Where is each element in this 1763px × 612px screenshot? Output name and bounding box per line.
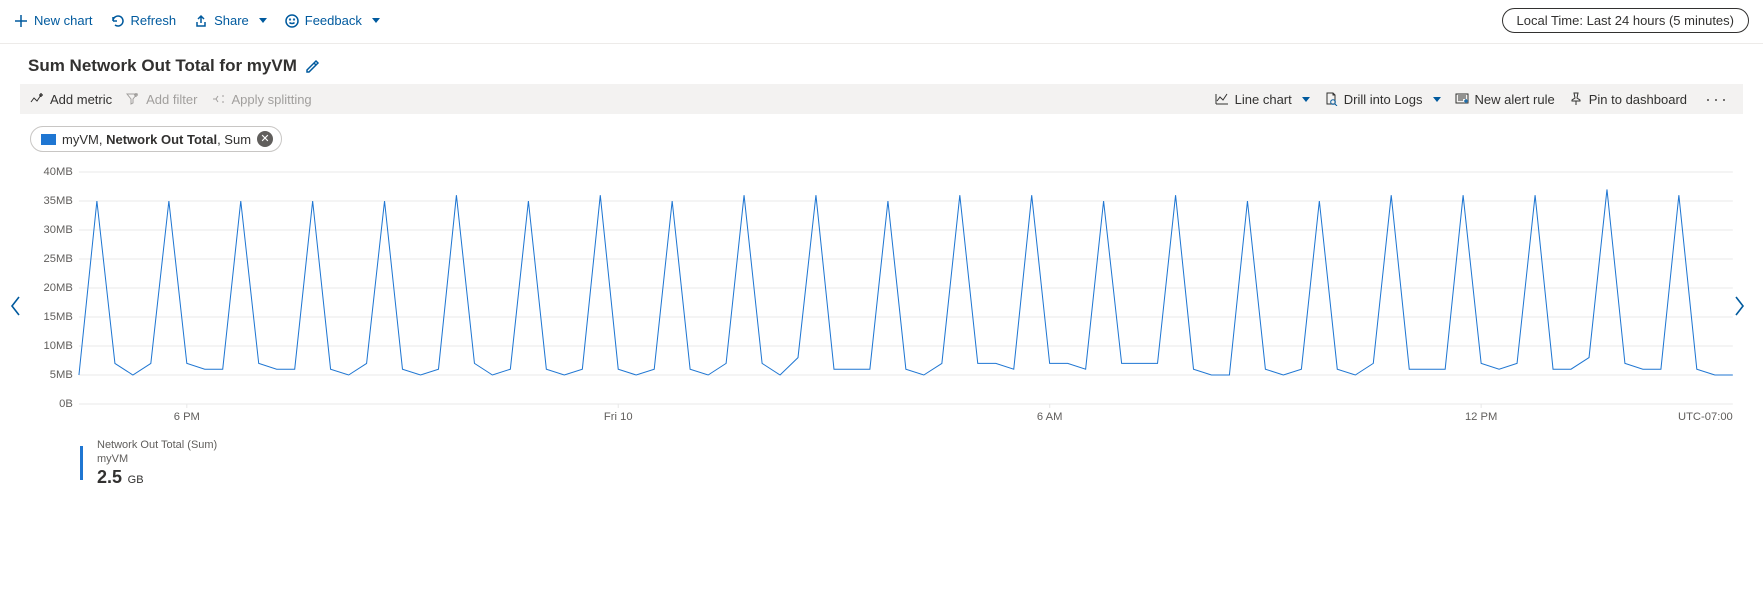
close-icon[interactable]: ✕ [257,131,273,147]
svg-text:25MB: 25MB [44,253,73,265]
svg-text:15MB: 15MB [44,311,73,323]
top-toolbar-left: New chart Refresh Share Feedback [14,13,380,28]
legend-color-bar [80,446,83,480]
legend-value: 2.5 [97,467,122,487]
legend-series-label: Network Out Total (Sum) [97,439,217,453]
chart-toolbar-left: Add metric Add filter Apply splitting [30,92,312,107]
drill-logs-label: Drill into Logs [1344,92,1423,107]
filter-icon [126,92,140,106]
apply-splitting-button[interactable]: Apply splitting [211,92,311,107]
top-toolbar: New chart Refresh Share Feedback Local T… [0,0,1763,44]
svg-text:40MB: 40MB [44,166,73,178]
metric-chip-text: myVM, Network Out Total, Sum [62,132,251,147]
pin-icon [1569,92,1583,106]
metric-chip-row: myVM, Network Out Total, Sum ✕ [0,114,1763,160]
legend-block: Network Out Total (Sum) myVM 2.5 GB [97,439,217,488]
refresh-icon [111,14,125,28]
chart-type-button[interactable]: Line chart [1215,92,1310,107]
vm-icon [41,134,56,145]
legend-resource-label: myVM [97,453,217,467]
new-chart-button[interactable]: New chart [14,13,93,28]
chevron-left-icon [9,296,23,316]
metric-chip[interactable]: myVM, Network Out Total, Sum ✕ [30,126,282,152]
pin-button[interactable]: Pin to dashboard [1569,92,1687,107]
svg-text:10MB: 10MB [44,340,73,352]
chart-toolbar-right: Line chart Drill into Logs New alert rul… [1215,90,1733,108]
chart-area: 0B 5MB 10MB 15MB 20MB 25MB 30MB 35MB 40MB 6 PM Fri… [30,164,1743,488]
svg-text:5MB: 5MB [50,369,73,381]
feedback-button[interactable]: Feedback [285,13,380,28]
time-range-button[interactable]: Local Time: Last 24 hours (5 minutes) [1502,8,1750,33]
add-metric-icon [30,92,44,106]
chart-legend: Network Out Total (Sum) myVM 2.5 GB [30,437,1743,488]
pin-label: Pin to dashboard [1589,92,1687,107]
svg-text:0B: 0B [59,398,73,410]
svg-text:6 AM: 6 AM [1037,411,1063,423]
share-button[interactable]: Share [194,13,267,28]
svg-text:UTC-07:00: UTC-07:00 [1678,411,1733,423]
add-filter-button[interactable]: Add filter [126,92,197,107]
svg-text:12 PM: 12 PM [1465,411,1497,423]
chip-metric: Network Out Total [106,132,217,147]
scroll-left-button[interactable] [4,294,28,318]
split-icon [211,92,225,106]
svg-text:35MB: 35MB [44,195,73,207]
smile-icon [285,14,299,28]
chart-title: Sum Network Out Total for myVM [28,56,297,76]
chevron-right-icon [1732,296,1746,316]
line-chart[interactable]: 0B 5MB 10MB 15MB 20MB 25MB 30MB 35MB 40MB 6 PM Fri… [30,164,1743,434]
pencil-icon[interactable] [305,59,320,74]
add-metric-button[interactable]: Add metric [30,92,112,107]
time-range-label: Local Time: Last 24 hours (5 minutes) [1517,13,1735,28]
new-chart-label: New chart [34,13,93,28]
chip-resource: myVM [62,132,99,147]
new-alert-label: New alert rule [1475,92,1555,107]
add-metric-label: Add metric [50,92,112,107]
chart-type-label: Line chart [1235,92,1292,107]
line-chart-icon [1215,92,1229,106]
plus-icon [14,14,28,28]
feedback-label: Feedback [305,13,362,28]
apply-splitting-label: Apply splitting [231,92,311,107]
legend-value-row: 2.5 GB [97,467,217,488]
refresh-button[interactable]: Refresh [111,13,177,28]
share-label: Share [214,13,249,28]
chart-toolbar: Add metric Add filter Apply splitting Li… [20,84,1743,114]
share-icon [194,14,208,28]
drill-logs-button[interactable]: Drill into Logs [1324,92,1441,107]
svg-text:6 PM: 6 PM [174,411,200,423]
add-filter-label: Add filter [146,92,197,107]
legend-unit: GB [128,474,144,486]
chart-title-row: Sum Network Out Total for myVM [0,44,1763,84]
alert-icon [1455,92,1469,106]
svg-text:20MB: 20MB [44,282,73,294]
more-options-button[interactable]: ··· [1701,90,1733,108]
svg-text:30MB: 30MB [44,224,73,236]
svg-text:Fri 10: Fri 10 [604,411,633,423]
chip-agg: Sum [224,132,251,147]
logs-icon [1324,92,1338,106]
scroll-right-button[interactable] [1727,294,1751,318]
new-alert-button[interactable]: New alert rule [1455,92,1555,107]
refresh-label: Refresh [131,13,177,28]
